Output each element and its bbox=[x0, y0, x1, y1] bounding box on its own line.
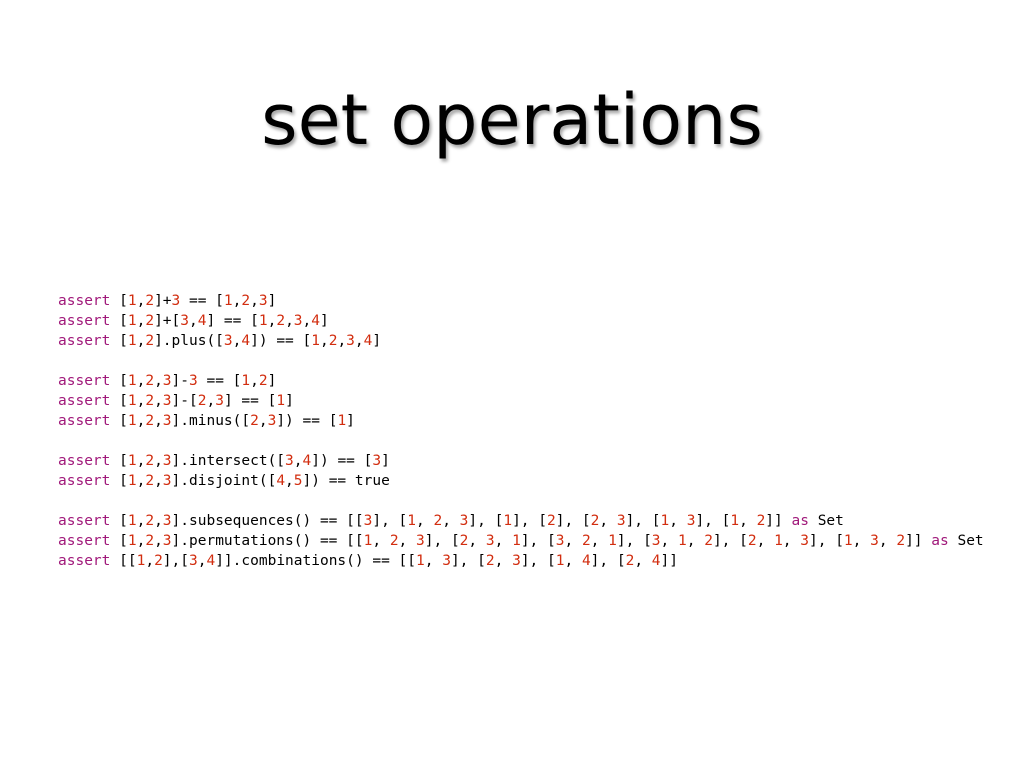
code-line-intersect: assert [1,2,3].intersect([3,4]) == [3] bbox=[58, 453, 390, 469]
code-line-combinations: assert [[1,2],[3,4]].combinations() == [… bbox=[58, 553, 678, 569]
code-line-list-plus-list: assert [1,2]+[3,4] == [1,2,3,4] bbox=[58, 313, 329, 329]
code-line-permutations: assert [1,2,3].permutations() == [[1, 2,… bbox=[58, 533, 984, 549]
code-line-list-minus-element: assert [1,2,3]-3 == [1,2] bbox=[58, 373, 277, 389]
code-line-subsequences: assert [1,2,3].subsequences() == [[3], [… bbox=[58, 513, 844, 529]
code-block: assert [1,2]+3 == [1,2,3] assert [1,2]+[3… bbox=[58, 291, 1018, 571]
code-line-list-plus-method: assert [1,2].plus([3,4]) == [1,2,3,4] bbox=[58, 333, 382, 349]
code-line-list-minus-list: assert [1,2,3]-[2,3] == [1] bbox=[58, 393, 294, 409]
code-line-disjoint: assert [1,2,3].disjoint([4,5]) == true bbox=[58, 473, 390, 489]
code-line-list-minus-method: assert [1,2,3].minus([2,3]) == [1] bbox=[58, 413, 355, 429]
code-line-list-plus-element: assert [1,2]+3 == [1,2,3] bbox=[58, 293, 277, 309]
slide-title: set operations bbox=[261, 79, 763, 161]
